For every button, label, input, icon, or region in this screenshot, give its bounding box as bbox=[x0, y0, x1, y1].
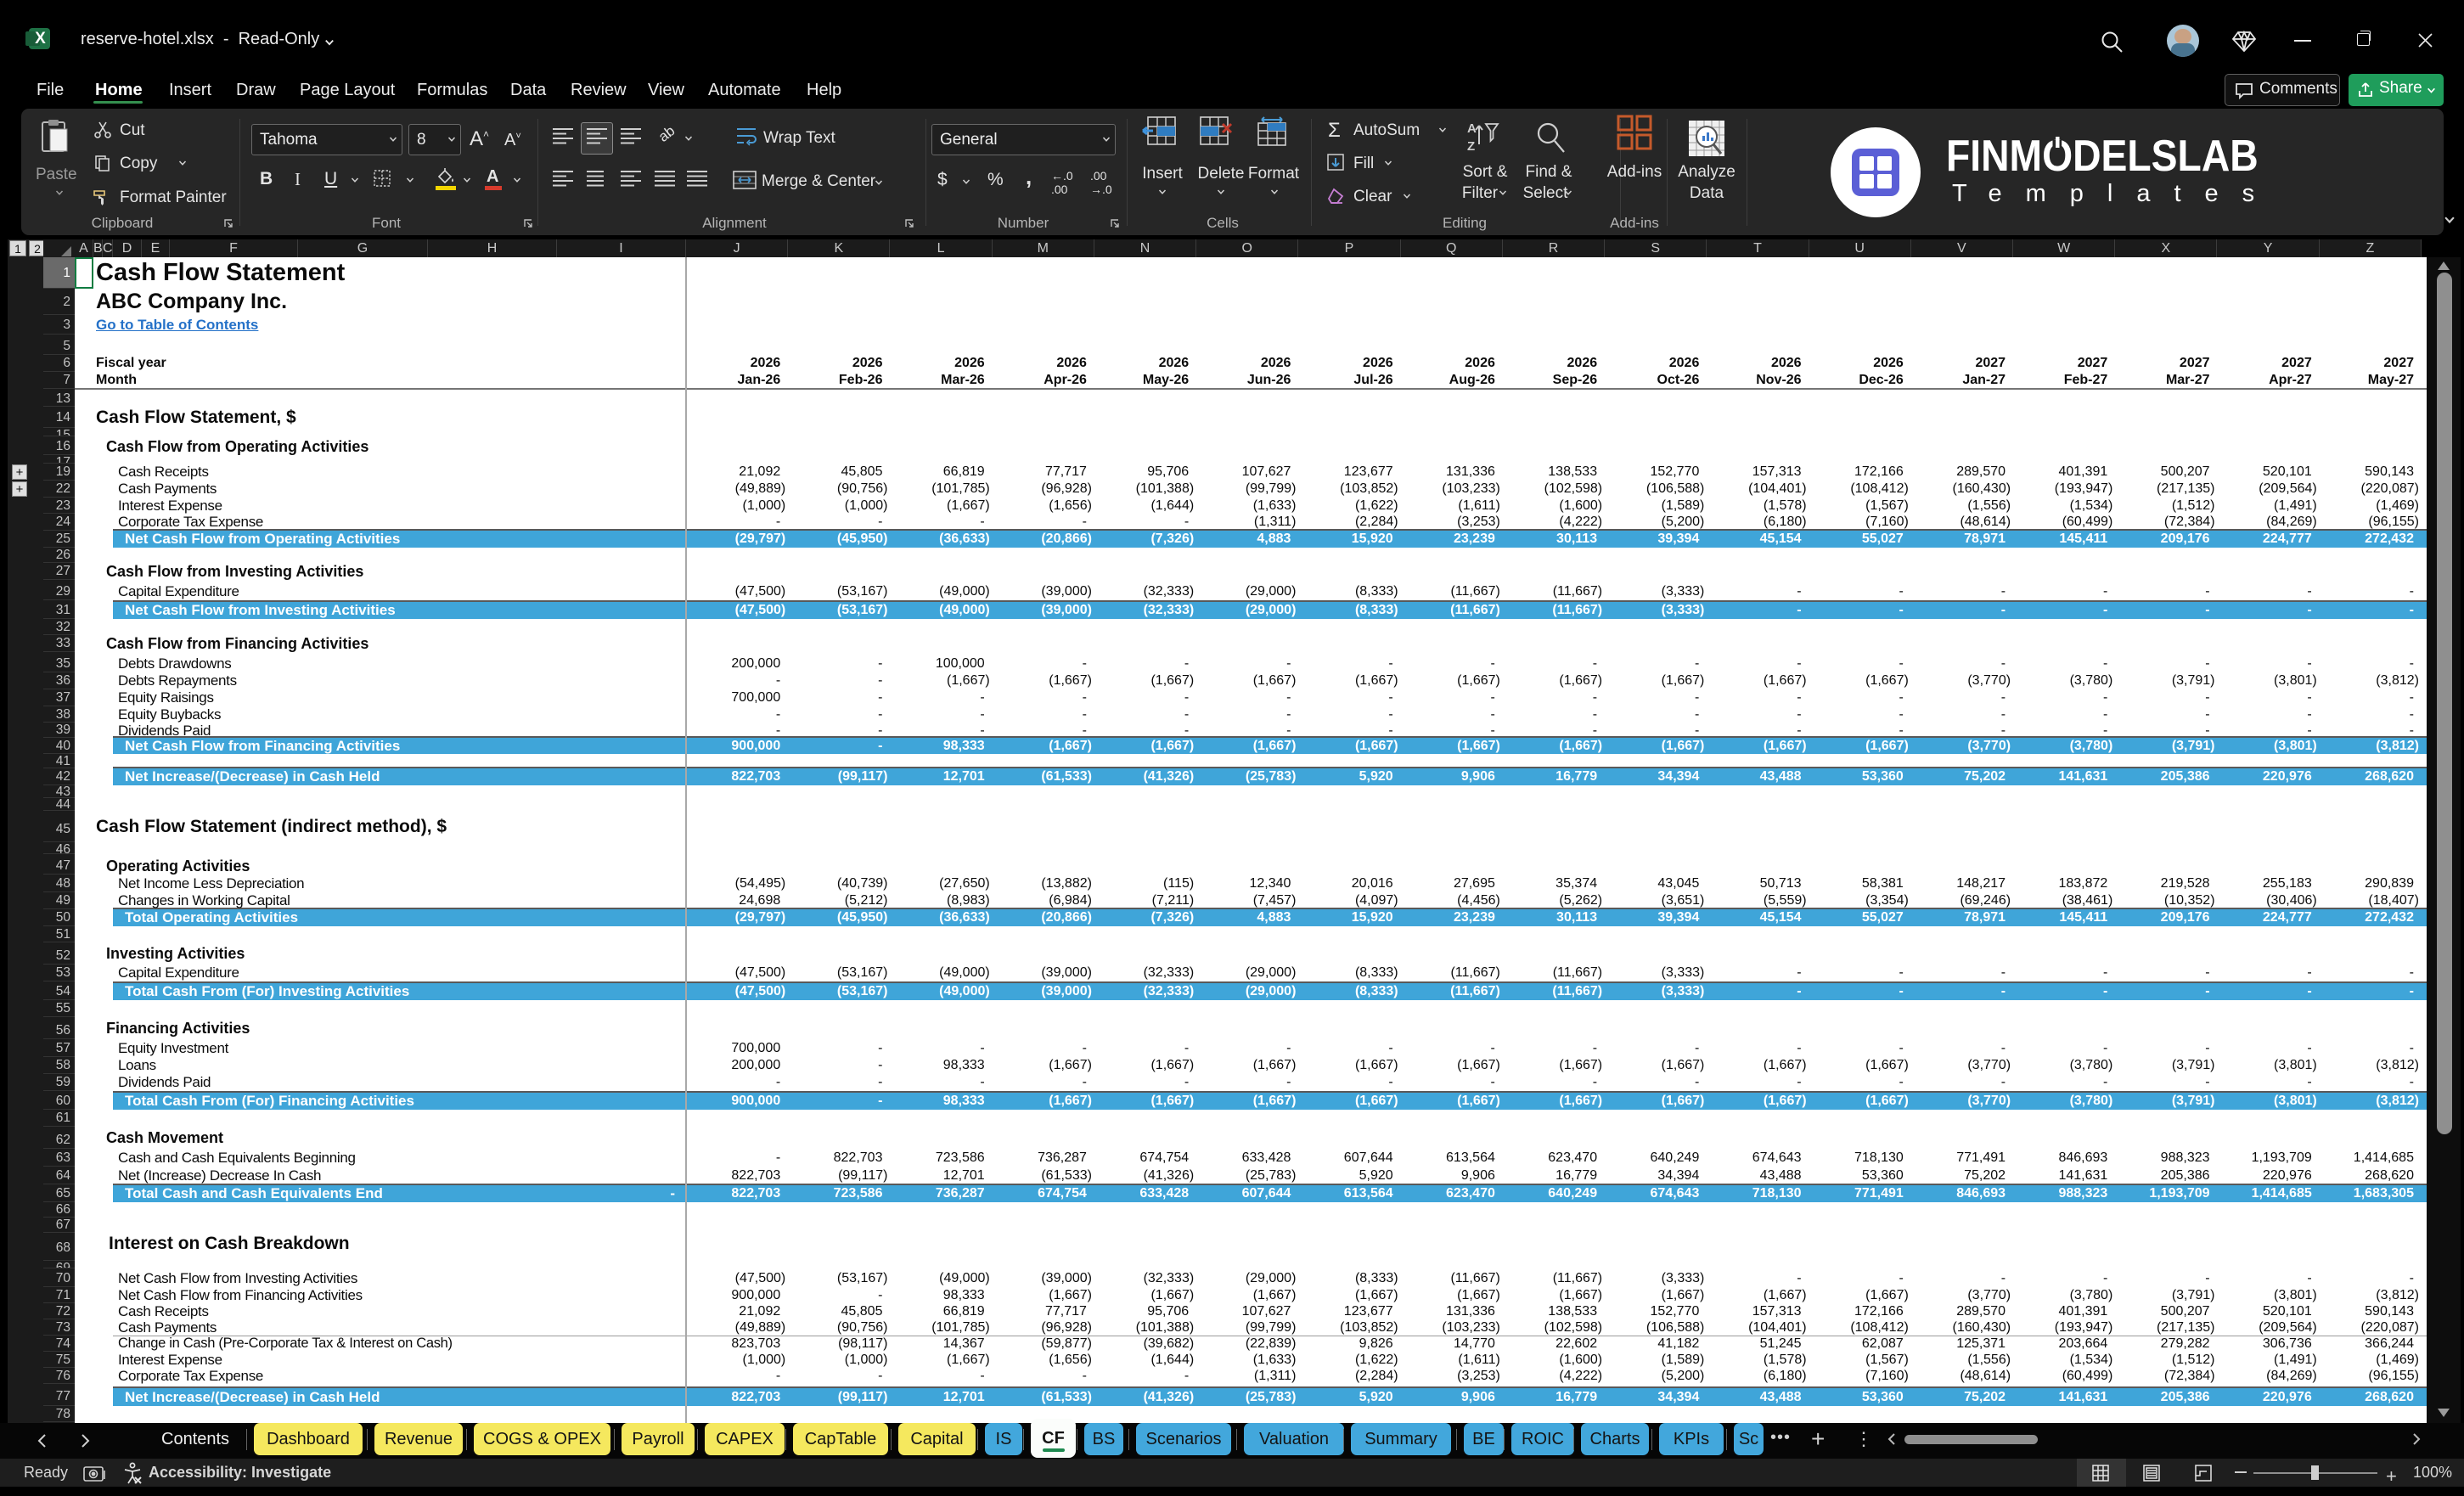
svg-text:A: A bbox=[1467, 121, 1477, 136]
svg-text:Z: Z bbox=[1467, 139, 1475, 153]
